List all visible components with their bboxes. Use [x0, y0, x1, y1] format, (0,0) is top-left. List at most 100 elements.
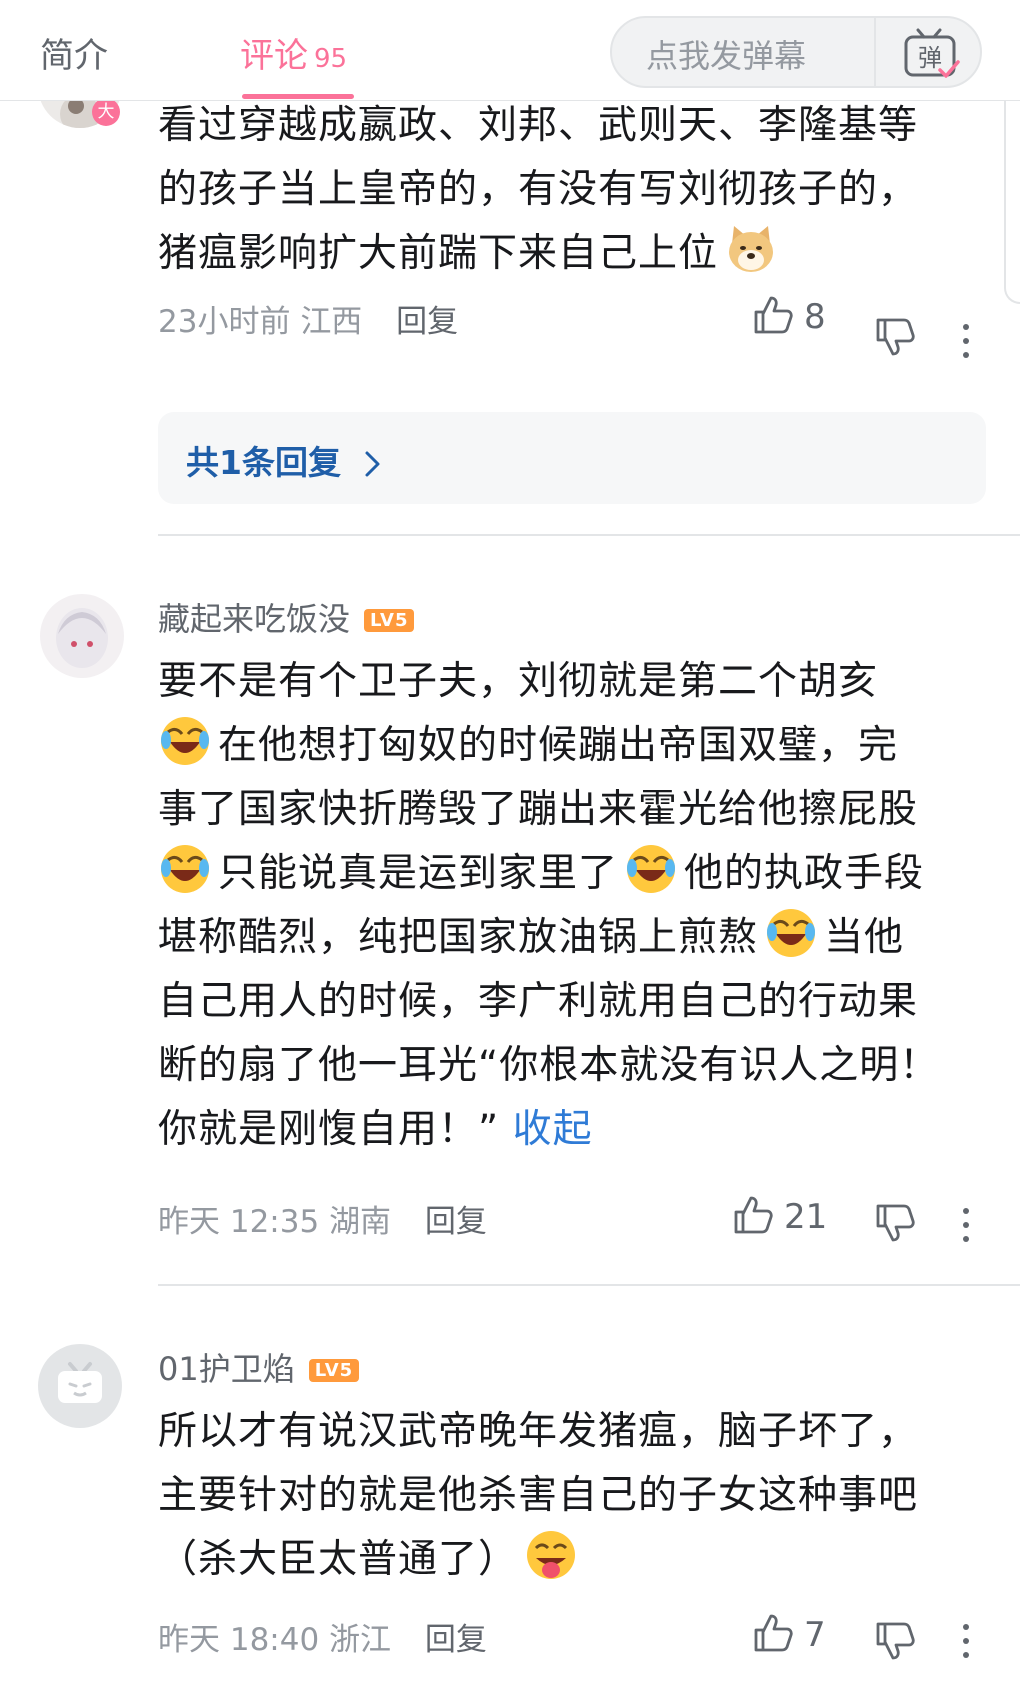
replies-summary[interactable]: 共1条回复 [158, 412, 986, 504]
thumbs-down-icon [876, 1622, 915, 1660]
active-tab-indicator [242, 94, 354, 99]
comment-line: 事了国家快折腾毁了蹦出来霍光给他擦屁股 [158, 787, 919, 832]
comment-line: 在他想打匈奴的时候蹦出帝国双璧，完 [158, 714, 978, 778]
reply-button[interactable]: 回复 [425, 1204, 487, 1240]
default-tv-avatar-icon [58, 1362, 102, 1403]
comment-line: 所以才有说汉武帝晚年发猪瘟，脑子坏了， [158, 1409, 919, 1454]
like-count: 8 [804, 297, 826, 337]
replies-summary-link: 共1条回复 [186, 436, 384, 484]
collapse-link[interactable]: 收起 [513, 1107, 593, 1152]
tab-comments-count: 95 [314, 44, 348, 74]
thumbs-up-icon [754, 296, 793, 334]
comment-text: 所以才有说汉武帝晚年发猪瘟，脑子坏了， 主要针对的就是他杀害自己的子女这种事吧 … [158, 1400, 978, 1592]
laugh-cry-emoji [161, 717, 209, 765]
comment-line-text: 只能说真是运到家里了 [218, 851, 619, 896]
danmaku-input[interactable]: 点我发弹幕 [646, 31, 806, 77]
comment-meta: 昨天 18:40 浙江 回复 [158, 1614, 487, 1659]
like-count: 7 [804, 1615, 826, 1655]
comment-text: 看过穿越成嬴政、刘邦、武则天、李隆基等 的孩子当上皇帝的，有没有写刘彻孩子的， … [158, 94, 978, 286]
comment-line-text: （杀大臣太普通了） [158, 1537, 519, 1582]
more-options-button[interactable] [962, 1208, 970, 1250]
more-dot [963, 1638, 969, 1644]
comment-username-row: 藏起来吃饭没 LV5 [158, 594, 415, 640]
comment-divider [158, 534, 1020, 536]
more-options-button[interactable] [962, 1624, 970, 1666]
more-dot [963, 1208, 969, 1214]
comment-line: 你就是刚愎自用！” 收起 [158, 1098, 978, 1162]
more-dot [963, 1652, 969, 1658]
comment-line-text: 堪称酷烈，纯把国家放油锅上煎熬 [158, 915, 759, 960]
thumbs-up-icon [734, 1196, 773, 1234]
comment-line: 主要针对的就是他杀害自己的子女这种事吧 [158, 1473, 919, 1518]
tongue-emoji [527, 1531, 576, 1579]
avatar[interactable] [38, 1344, 122, 1428]
danmaku-separator [874, 18, 876, 86]
dislike-button[interactable] [874, 316, 916, 358]
comment-time: 昨天 18:40 [158, 1622, 320, 1658]
avatar-image [56, 608, 108, 668]
comment-line-text: 当他 [824, 915, 905, 960]
comment-line: （杀大臣太普通了） [158, 1528, 978, 1592]
more-dot [963, 1236, 969, 1242]
laugh-cry-emoji [161, 845, 209, 893]
level-badge: LV5 [364, 609, 415, 632]
comment-time: 23小时前 [158, 304, 291, 340]
comment-text: 要不是有个卫子夫，刘彻就是第二个胡亥 在他想打匈奴的时候蹦出帝国双璧，完 事了国… [158, 650, 978, 1162]
tab-comments-label: 评论 [240, 36, 308, 76]
comment-location: 江西 [300, 304, 363, 340]
comment-username-row: 01护卫焰 LV5 [158, 1344, 360, 1390]
more-dot [963, 352, 969, 358]
comment-time: 昨天 12:35 [158, 1204, 320, 1240]
more-options-button[interactable] [962, 324, 970, 366]
like-button[interactable]: 7 [752, 1612, 826, 1655]
more-dot [963, 324, 969, 330]
user-badge: 大 [92, 98, 120, 126]
comment-line: 断的扇了他一耳光“你根本就没有识人之明！ [158, 1043, 940, 1088]
danmaku-toggle-button[interactable]: 弹 [896, 26, 966, 80]
tab-intro[interactable]: 简介 [40, 28, 108, 77]
comment-meta: 昨天 12:35 湖南 回复 [158, 1196, 487, 1241]
tab-comments[interactable]: 评论 95 [240, 28, 347, 77]
level-badge: LV5 [308, 1359, 360, 1382]
thumbs-down-icon [876, 318, 915, 356]
comment-line-text: 在他想打匈奴的时候蹦出帝国双璧，完 [218, 723, 899, 768]
comment-line-text: 他的执政手段 [684, 851, 925, 896]
tab-bar: 简介 评论 95 点我发弹幕 弹 [0, 0, 1020, 101]
danmaku-button-label: 弹 [918, 44, 942, 72]
more-dot [963, 338, 969, 344]
avatar[interactable] [40, 594, 124, 678]
reply-button[interactable]: 回复 [425, 1622, 487, 1658]
comment-line: 猪瘟影响扩大前踹下来自己上位 [158, 222, 978, 286]
laugh-cry-emoji [767, 909, 816, 957]
more-dot [963, 1624, 969, 1630]
comment-line: 的孩子当上皇帝的，有没有写刘彻孩子的， [158, 167, 919, 212]
dislike-button[interactable] [874, 1202, 916, 1244]
comment-line: 只能说真是运到家里了 他的执政手段 [158, 842, 978, 906]
comment-meta: 23小时前 江西 回复 [158, 296, 458, 341]
chevron-right-icon [365, 451, 380, 477]
comment-line-text: 你就是刚愎自用！” [158, 1107, 500, 1152]
like-button[interactable]: 21 [732, 1194, 827, 1237]
danmaku-tv-icon: 弹 [904, 28, 960, 78]
username[interactable]: 01护卫焰 [158, 1350, 295, 1388]
thumbs-down-icon [876, 1204, 915, 1242]
comment-line: 要不是有个卫子夫，刘彻就是第二个胡亥 [158, 659, 879, 704]
comment-line: 自己用人的时候，李广利就用自己的行动果 [158, 979, 919, 1024]
doge-emoji [729, 226, 774, 272]
comment-line: 堪称酷烈，纯把国家放油锅上煎熬 当他 [158, 906, 978, 970]
replies-summary-label: 共1条回复 [186, 443, 341, 482]
more-dot [963, 1222, 969, 1228]
comment-line: 看过穿越成嬴政、刘邦、武则天、李隆基等 [158, 103, 919, 148]
comment-line-text: 猪瘟影响扩大前踹下来自己上位 [158, 231, 719, 276]
like-count: 21 [784, 1197, 828, 1237]
laugh-cry-emoji [627, 845, 676, 893]
username[interactable]: 藏起来吃饭没 [158, 600, 350, 638]
comment-location: 湖南 [329, 1204, 392, 1240]
thumbs-up-icon [754, 1614, 793, 1652]
like-button[interactable]: 8 [752, 294, 826, 337]
reply-button[interactable]: 回复 [396, 304, 458, 340]
dislike-button[interactable] [874, 1620, 916, 1662]
comment-location: 浙江 [329, 1622, 392, 1658]
danmaku-bar: 点我发弹幕 弹 [610, 16, 982, 88]
comment-divider [158, 1284, 1020, 1286]
